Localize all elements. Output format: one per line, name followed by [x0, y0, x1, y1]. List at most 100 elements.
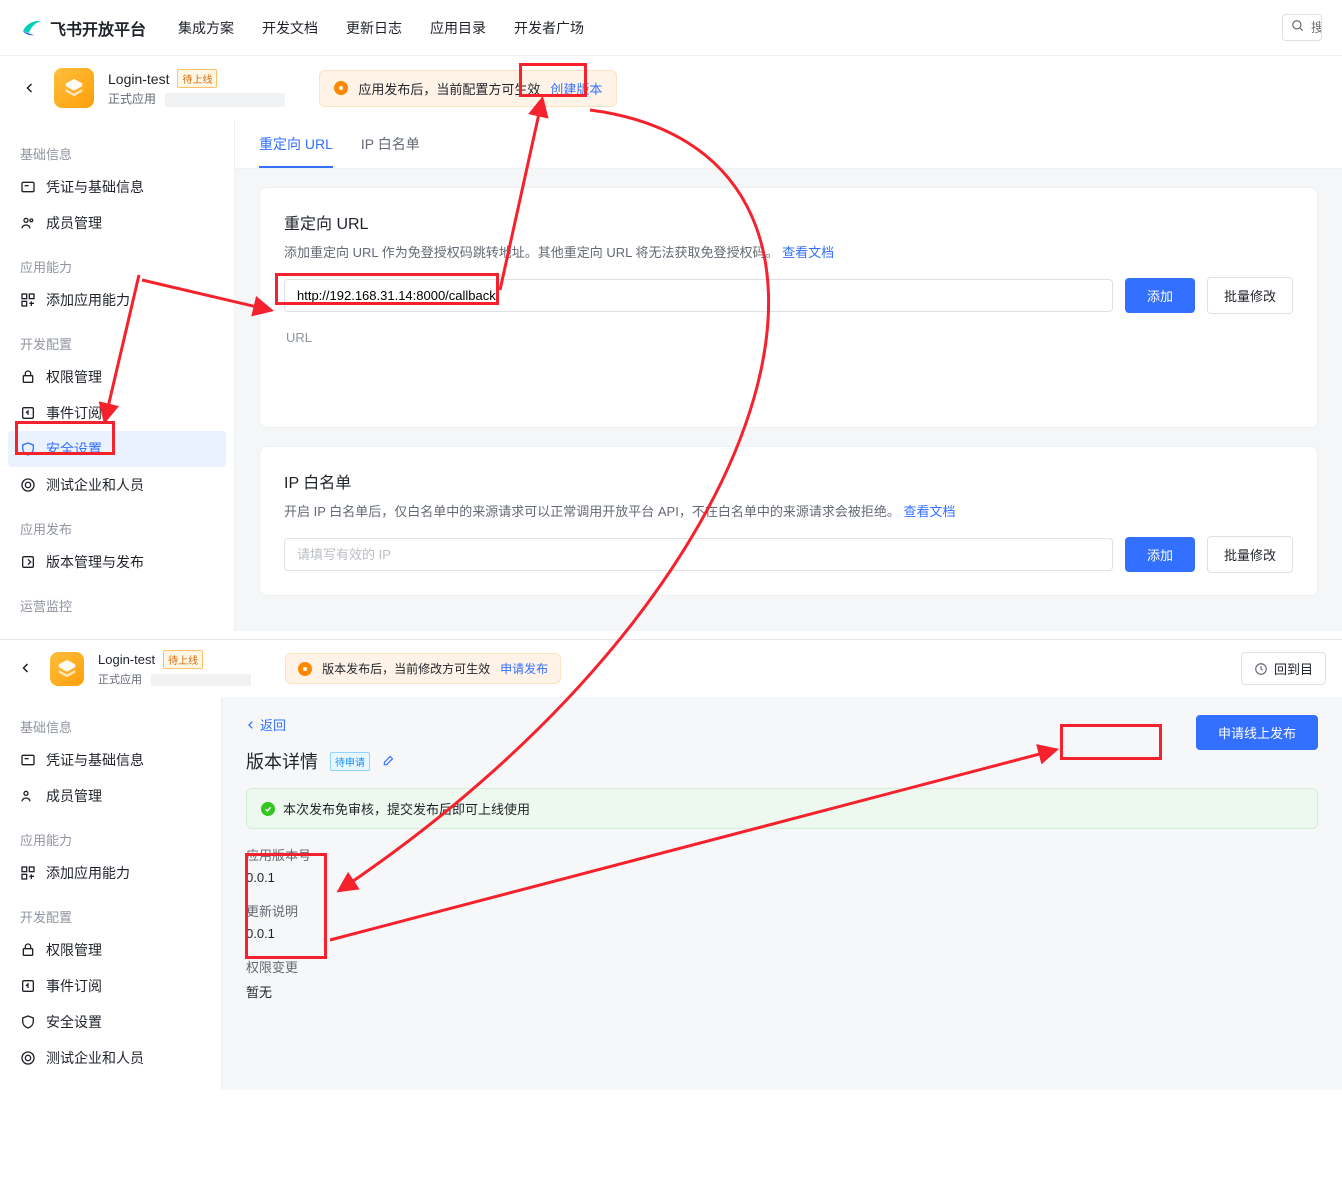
top-nav: 飞书开放平台 集成方案 开发文档 更新日志 应用目录 开发者广场: [0, 0, 1342, 56]
search-box[interactable]: [1282, 14, 1322, 41]
sidebar-item-credentials[interactable]: 凭证与基础信息: [8, 169, 226, 205]
side-group-title: 基础信息: [8, 711, 213, 742]
side-group-title: 运营监控: [8, 590, 226, 621]
field-label-version: 应用版本号: [246, 845, 1318, 864]
side-group-title: 应用能力: [8, 824, 213, 855]
apply-online-publish-button[interactable]: 申请线上发布: [1196, 715, 1318, 750]
back-button[interactable]: [20, 78, 40, 99]
nav-link[interactable]: 集成方案: [178, 18, 234, 38]
search-input[interactable]: [1311, 20, 1322, 35]
sidebar-item-test-tenant[interactable]: 测试企业和人员: [8, 467, 226, 503]
main-content: 重定向 URL IP 白名单 重定向 URL 添加重定向 URL 作为免登授权码…: [235, 120, 1342, 631]
sidebar-item-permissions[interactable]: 权限管理: [8, 359, 226, 395]
apply-publish-link[interactable]: 申请发布: [500, 660, 548, 677]
sidebar-item-label: 成员管理: [46, 213, 102, 233]
batch-edit-button[interactable]: 批量修改: [1207, 277, 1293, 314]
app-subtype: 正式应用: [98, 674, 142, 686]
sidebar-item-label: 安全设置: [46, 439, 102, 459]
sidebar-item-events[interactable]: 事件订阅: [8, 968, 213, 1004]
sidebar-item-members[interactable]: 成员管理: [8, 778, 213, 814]
sidebar-item-label: 权限管理: [46, 367, 102, 387]
batch-edit-ip-button[interactable]: 批量修改: [1207, 536, 1293, 573]
card-desc-text: 添加重定向 URL 作为免登授权码跳转地址。其他重定向 URL 将无法获取免登授…: [284, 245, 779, 260]
main-content-2: 返回 版本详情 待申请 申请线上发布: [222, 697, 1342, 1090]
notice-text: 应用发布后，当前配置方可生效: [358, 79, 540, 98]
back-to-versions-label: 回到目: [1274, 659, 1313, 678]
sidebar-item-members[interactable]: 成员管理: [8, 205, 226, 241]
check-icon: [261, 802, 275, 816]
edit-icon[interactable]: [382, 753, 396, 770]
sidebar-item-security[interactable]: 安全设置: [8, 431, 226, 467]
nav-link[interactable]: 开发者广场: [514, 18, 584, 38]
sidebar-item-label: 安全设置: [46, 1012, 102, 1032]
warning-icon: [334, 81, 348, 95]
version-status-badge: 待申请: [330, 752, 370, 771]
app-name: Login-test: [108, 71, 169, 87]
sidebar-item-label: 凭证与基础信息: [46, 177, 144, 197]
sidebar-item-add-capability[interactable]: 添加应用能力: [8, 282, 226, 318]
card-redirect-url: 重定向 URL 添加重定向 URL 作为免登授权码跳转地址。其他重定向 URL …: [259, 187, 1318, 428]
sidebar-item-label: 测试企业和人员: [46, 475, 144, 495]
sidebar-item-events[interactable]: 事件订阅: [8, 395, 226, 431]
sidebar-item-permissions[interactable]: 权限管理: [8, 932, 213, 968]
card-title: IP 白名单: [284, 469, 1293, 493]
app-icon: [50, 652, 84, 686]
app-subtype: 正式应用: [108, 92, 156, 106]
sidebar-item-security[interactable]: 安全设置: [8, 1004, 213, 1040]
url-column-header: URL: [284, 314, 1293, 345]
screenshot-2: Login-test 待上线 正式应用 版本发布后，当前修改方可生效 申请发布 …: [0, 639, 1342, 1090]
side-group-title: 开发配置: [8, 328, 226, 359]
search-icon: [1291, 19, 1305, 36]
sidebar-item-add-capability[interactable]: 添加应用能力: [8, 855, 213, 891]
brand-name: 飞书开放平台: [50, 16, 146, 40]
view-docs-link[interactable]: 查看文档: [782, 245, 834, 260]
back-to-versions-button[interactable]: 回到目: [1241, 652, 1326, 685]
side-group-title: 应用能力: [8, 251, 226, 282]
nav-link[interactable]: 更新日志: [346, 18, 402, 38]
chevron-left-icon: [246, 720, 256, 730]
screenshot-1: 飞书开放平台 集成方案 开发文档 更新日志 应用目录 开发者广场: [0, 0, 1342, 631]
nav-link[interactable]: 开发文档: [262, 18, 318, 38]
app-header: Login-test 待上线 正式应用 应用发布后，当前配置方可生效 创建版本: [0, 56, 1342, 120]
sidebar-item-label: 凭证与基础信息: [46, 750, 144, 770]
create-version-link[interactable]: 创建版本: [550, 79, 602, 98]
brand[interactable]: 飞书开放平台: [20, 16, 146, 40]
version-detail-title: 版本详情: [246, 748, 318, 774]
sidebar-item-label: 事件订阅: [46, 403, 102, 423]
sidebar: 基础信息 凭证与基础信息 成员管理 应用能力 添加应用能力 开发配置 权限管理: [0, 697, 222, 1090]
field-value-changelog: 0.0.1: [246, 926, 1318, 941]
tab-redirect-url[interactable]: 重定向 URL: [259, 134, 333, 168]
clock-icon: [1254, 662, 1268, 676]
back-link[interactable]: 返回: [246, 715, 286, 734]
nav-links: 集成方案 开发文档 更新日志 应用目录 开发者广场: [178, 18, 584, 38]
app-id-redacted: [151, 674, 251, 686]
sidebar-item-label: 测试企业和人员: [46, 1048, 144, 1068]
tab-ip-whitelist[interactable]: IP 白名单: [361, 134, 420, 168]
notice-text: 版本发布后，当前修改方可生效: [322, 660, 490, 677]
view-docs-link[interactable]: 查看文档: [903, 504, 955, 519]
sidebar-item-version-release[interactable]: 版本管理与发布: [8, 544, 226, 580]
back-button[interactable]: [16, 658, 36, 679]
field-value-perm: 暂无: [246, 982, 1318, 1001]
ip-input[interactable]: [284, 538, 1113, 571]
app-icon: [54, 68, 94, 108]
sidebar-item-credentials[interactable]: 凭证与基础信息: [8, 742, 213, 778]
app-status-badge: 待上线: [177, 69, 217, 88]
field-label-changelog: 更新说明: [246, 901, 1318, 920]
app-status-badge: 待上线: [163, 650, 203, 669]
sidebar-item-label: 版本管理与发布: [46, 552, 144, 572]
field-value-version: 0.0.1: [246, 870, 1318, 885]
card-desc-text: 开启 IP 白名单后，仅白名单中的来源请求可以正常调用开放平台 API，不在白名…: [284, 504, 900, 519]
sidebar-item-test-tenant[interactable]: 测试企业和人员: [8, 1040, 213, 1076]
add-redirect-button[interactable]: 添加: [1125, 278, 1195, 313]
sidebar-item-label: 添加应用能力: [46, 290, 130, 310]
notice-bar: 应用发布后，当前配置方可生效 创建版本: [319, 70, 617, 107]
nav-link[interactable]: 应用目录: [430, 18, 486, 38]
warning-icon: [298, 662, 312, 676]
add-ip-button[interactable]: 添加: [1125, 537, 1195, 572]
redirect-url-input[interactable]: [284, 279, 1113, 312]
app-name: Login-test: [98, 652, 155, 667]
app-id-redacted: [165, 93, 285, 107]
card-ip-whitelist: IP 白名单 开启 IP 白名单后，仅白名单中的来源请求可以正常调用开放平台 A…: [259, 446, 1318, 596]
side-group-title: 应用发布: [8, 513, 226, 544]
